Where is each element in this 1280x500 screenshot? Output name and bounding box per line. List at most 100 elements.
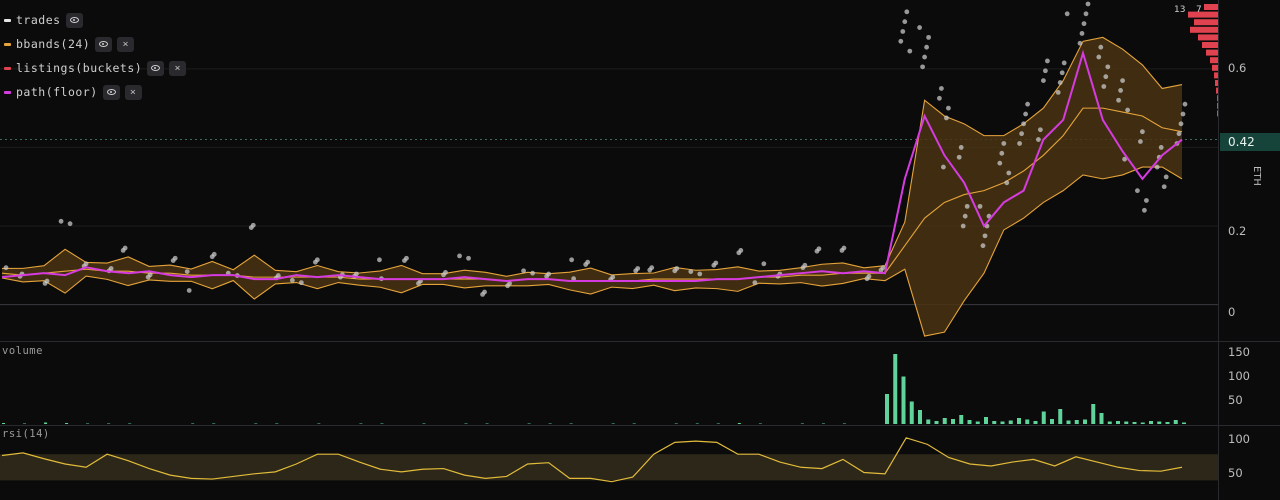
toggle-visibility-button[interactable] <box>102 84 120 100</box>
trade-dot <box>1178 121 1184 127</box>
chart-legend: trades bbands(24) × listings(buckets) × … <box>4 8 187 104</box>
volume-bar <box>1107 421 1112 424</box>
volume-bar <box>1132 422 1137 424</box>
volume-bar <box>254 423 258 424</box>
listings-bar <box>1216 87 1218 94</box>
rsi-band <box>0 454 1218 481</box>
trade-dot <box>1125 107 1130 113</box>
trade-dot <box>466 255 471 261</box>
volume-bar <box>1033 421 1038 424</box>
trade-dot <box>3 265 9 271</box>
volume-bar <box>1066 420 1071 424</box>
trade-dot <box>944 115 949 121</box>
trade-dot <box>920 64 925 70</box>
volume-tick: 50 <box>1228 393 1243 407</box>
volume-bar <box>821 423 825 424</box>
volume-bar <box>1050 419 1054 424</box>
toggle-visibility-button[interactable] <box>95 36 113 52</box>
trade-dot <box>1001 141 1007 146</box>
trade-dot <box>1120 78 1125 84</box>
volume-bar <box>1058 409 1063 424</box>
trade-dot <box>941 164 946 170</box>
volume-bar <box>44 422 48 424</box>
toggle-visibility-button[interactable] <box>147 60 165 76</box>
volume-bar <box>65 423 69 424</box>
volume-bar <box>800 423 804 424</box>
volume-bar <box>893 354 898 424</box>
close-icon: × <box>122 38 130 50</box>
eye-icon <box>106 89 116 95</box>
trade-dot <box>1142 207 1147 213</box>
volume-tick: 150 <box>1228 345 1250 359</box>
volume-bar <box>275 423 279 424</box>
trade-dot <box>958 145 964 150</box>
trade-dot <box>1006 170 1012 176</box>
trade-dot <box>1079 31 1085 36</box>
close-icon: × <box>174 62 181 74</box>
listings-bar <box>1215 80 1218 86</box>
trade-dot <box>962 213 968 219</box>
listings-bar <box>1204 4 1218 10</box>
trade-dot <box>530 270 535 276</box>
remove-indicator-button[interactable]: × <box>169 60 187 76</box>
trade-dot <box>917 25 922 30</box>
trade-dot <box>480 292 485 297</box>
volume-bar <box>926 419 931 424</box>
volume-bar <box>737 423 741 424</box>
legend-item-trades: trades <box>4 8 186 32</box>
trade-dot <box>900 29 906 34</box>
trade-dot <box>416 281 421 286</box>
volume-bar <box>1025 419 1030 424</box>
price-tick: 0.6 <box>1228 61 1247 75</box>
trade-dot <box>904 9 910 15</box>
volume-bar <box>1182 422 1186 424</box>
volume-bar <box>464 423 468 424</box>
trade-dot <box>1158 145 1164 150</box>
trade-dot <box>1180 111 1186 117</box>
price-tick: 0 <box>1228 305 1236 319</box>
volume-bar <box>380 423 384 424</box>
remove-indicator-button[interactable]: × <box>124 84 142 100</box>
trade-dot <box>964 203 970 209</box>
trade-dot <box>1045 58 1050 64</box>
trade-dot <box>1064 11 1070 17</box>
trade-dot <box>1154 164 1160 170</box>
volume-bar <box>942 418 947 424</box>
trade-dot <box>1096 54 1102 60</box>
trade-dot <box>505 283 510 289</box>
trade-dot <box>184 269 190 275</box>
chart-canvas[interactable] <box>0 0 1280 500</box>
eye-icon <box>151 65 161 71</box>
trade-dot <box>864 276 870 282</box>
toggle-visibility-button[interactable] <box>65 12 83 28</box>
trade-dot <box>907 48 913 54</box>
listings-bar <box>1210 57 1218 64</box>
volume-bar <box>934 421 939 424</box>
volume-bar <box>909 401 914 424</box>
trade-dot <box>647 267 653 273</box>
trade-dot <box>924 44 929 50</box>
trade-dot <box>1021 121 1026 127</box>
volume-bar <box>1008 420 1013 424</box>
volume-bar <box>1140 422 1145 424</box>
trade-dot <box>922 54 927 60</box>
trade-dot <box>761 261 767 267</box>
trade-dot <box>1019 131 1024 137</box>
volume-bar <box>86 423 90 424</box>
trade-dot <box>956 154 962 160</box>
trade-dot <box>1098 44 1104 50</box>
trade-dot <box>170 258 176 264</box>
trade-dot <box>1041 78 1046 84</box>
trade-dot <box>937 95 942 101</box>
trade-dot <box>1176 131 1182 137</box>
volume-bar <box>984 417 988 424</box>
trade-dot <box>120 247 126 253</box>
volume-bar <box>485 423 489 424</box>
volume-bar <box>527 423 531 424</box>
volume-bar <box>1091 404 1096 424</box>
listings-bar <box>1198 34 1218 41</box>
trade-dot <box>312 259 318 265</box>
remove-indicator-button[interactable]: × <box>117 36 135 52</box>
listings-hist-label: 7 <box>1196 5 1202 15</box>
trade-dot <box>209 254 215 260</box>
